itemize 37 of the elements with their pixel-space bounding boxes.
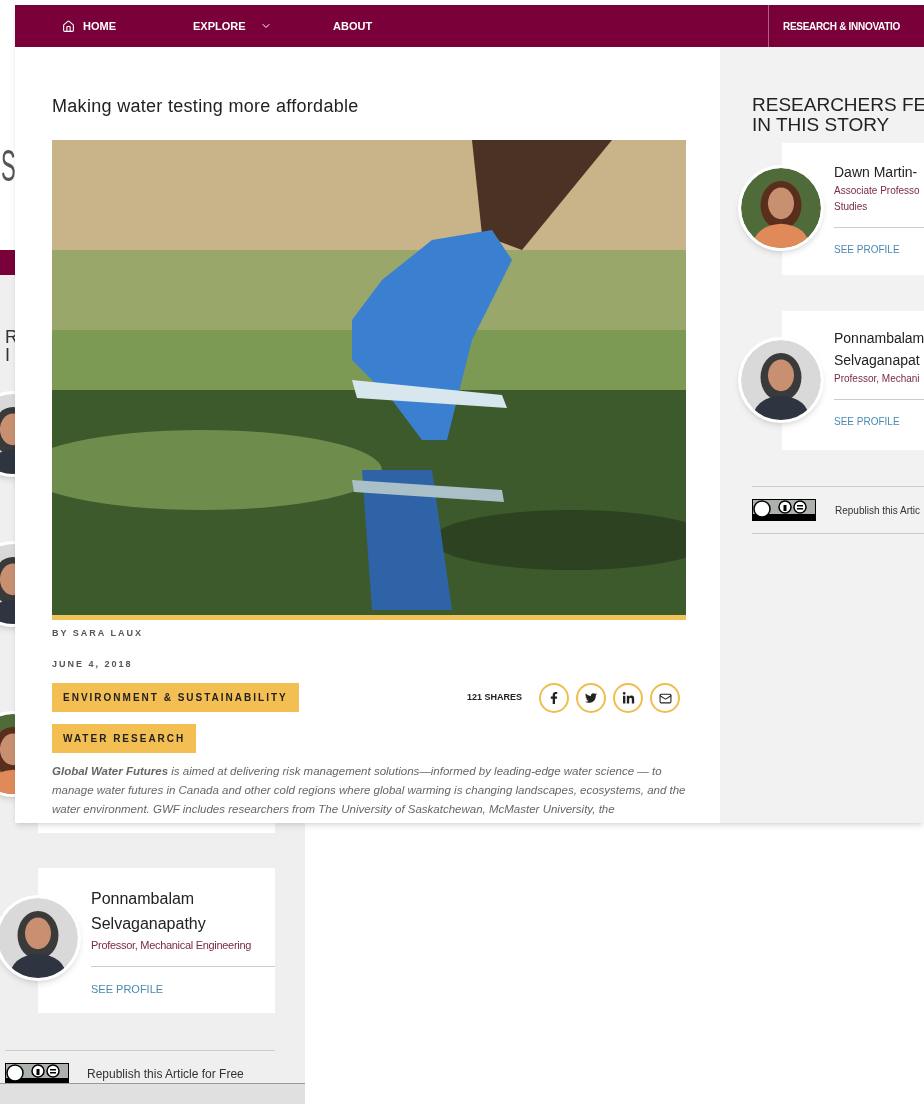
facebook-share-button[interactable] [539,683,569,713]
envelope-icon [658,691,672,705]
nav-link[interactable]: RESEARCH & INNOVATIO [783,18,900,34]
email-share-button[interactable] [650,683,680,713]
share-count: 121 SHARES [466,691,522,705]
category-tag[interactable]: ENVIRONMENT & SUSTAINABILITY [52,683,299,712]
republish-text: Republish this Artic [835,503,921,518]
researcher-title: Studies [834,200,869,214]
home-icon [62,19,75,33]
researcher-title: Professor, Mechani [834,372,921,386]
article-title: Making water testing more affordable [52,95,360,117]
see-profile-link[interactable]: SEE PROFILE [834,414,900,429]
nav-link[interactable]: HOME [62,17,193,35]
license-badge-icon [752,499,816,521]
linkedin-share-button[interactable] [613,683,643,713]
researcher-name: Selvaganapat [834,351,921,370]
heading-fragment: S [1,144,16,188]
twitter-share-button[interactable] [576,683,606,713]
nav-link[interactable]: EXPLORE [193,17,333,35]
researcher-title: Associate Professo [834,184,921,198]
researcher-name: Ponnambalam Selvaganapathy [91,889,207,934]
byline: BY SARA LAUX [52,627,144,640]
category-tag[interactable]: WATER RESEARCH [52,724,197,753]
article-body: Global Water Futures is aimed at delivering risk management solutions—informed by leading-edge water science — to manage water futures in Canada and other cold regions where global warming is changing landscapes, ecosystems, and the water environment. GWF includes researchers from The University of Saskatchewan, McMaster University, the [52,764,686,817]
linkedin-icon [621,691,635,705]
see-profile-link[interactable]: SEE PROFILE [834,242,900,257]
see-profile-link[interactable]: SEE PROFILE [91,981,164,998]
republish-text: Republish this Article for Free [87,1066,244,1083]
bird-icon [585,692,597,704]
date: JUNE 4, 2018 [52,657,134,671]
nav-link[interactable]: ABOUT [333,17,533,35]
facebook-icon [548,692,560,704]
license-badge-icon [5,1063,69,1085]
researcher-title: Professor, Mechanical Engineering [91,938,253,952]
researcher-name: Ponnambalam [834,329,924,348]
researcher-name: Dawn Martin- [834,163,919,182]
heading-fragment: I [5,346,11,364]
